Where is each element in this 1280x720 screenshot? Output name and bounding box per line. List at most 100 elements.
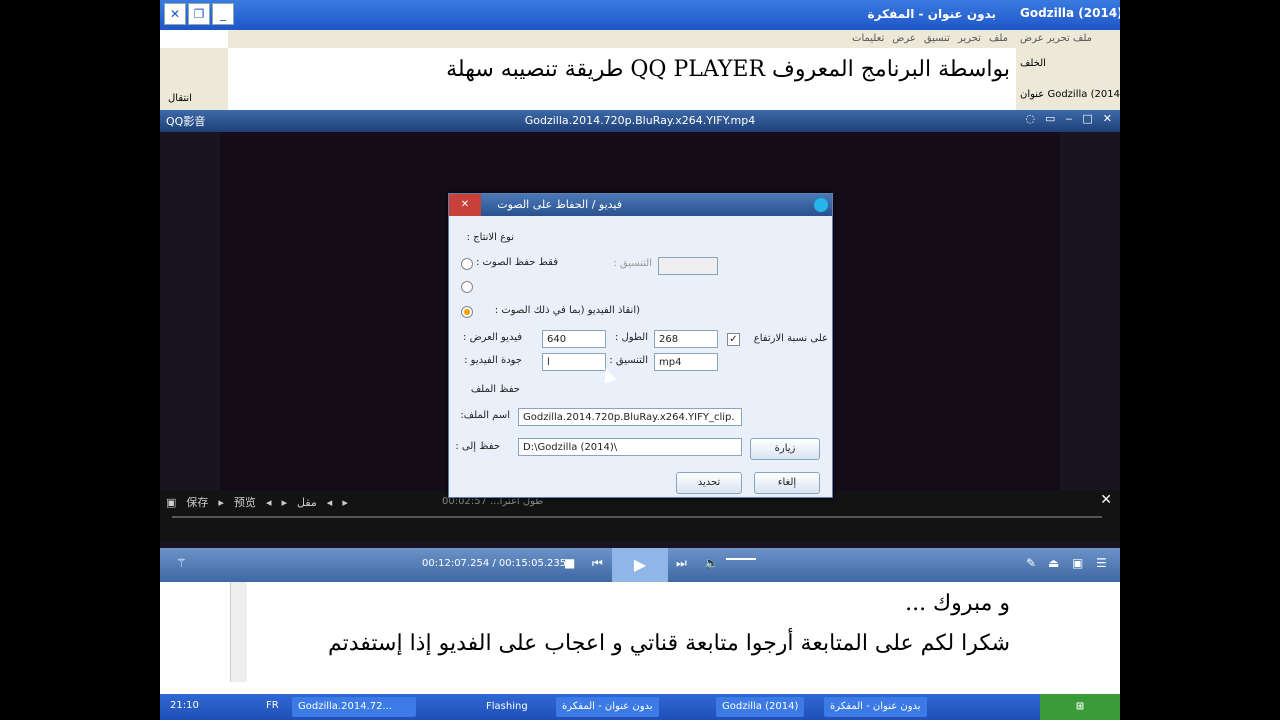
taskbar-item[interactable]: Godzilla.2014.72...	[292, 697, 416, 717]
app-icon	[814, 198, 828, 212]
menu-view[interactable]: عرض	[892, 30, 916, 48]
playlist-icon[interactable]: ☰	[1096, 556, 1107, 570]
step-forward-icon[interactable]: ▸	[342, 496, 348, 509]
format-select[interactable]: mp4	[654, 353, 718, 371]
width-input[interactable]: 640	[542, 330, 606, 348]
step-back-icon[interactable]: ◂	[327, 496, 333, 509]
address-label: عنوان	[1020, 89, 1045, 100]
menu-edit[interactable]: تحرير	[1047, 33, 1070, 44]
save-to-input[interactable]: D:\Godzilla (2014)\	[518, 438, 742, 456]
format-label-disabled: التنسيق :	[613, 258, 652, 269]
height-input[interactable]: 268	[654, 330, 718, 348]
menu-edit[interactable]: تحرير	[958, 30, 981, 48]
step-forward-icon[interactable]: ▸	[281, 496, 287, 509]
save-clip-dialog: فيديو / الحفاظ على الصوت ✕ نوع الانتاج :…	[448, 193, 833, 498]
taskbar-item[interactable]: Flashing	[480, 697, 534, 717]
filename-input[interactable]: Godzilla.2014.720p.BluRay.x264.YIFY_clip…	[518, 408, 742, 426]
stop-icon[interactable]: ■	[564, 556, 575, 570]
filter-icon[interactable]: ⚚	[176, 556, 187, 570]
player-titlebar: QQ影音 Godzilla.2014.720p.BluRay.x264.YIFY…	[160, 110, 1120, 132]
cancel-button[interactable]: إلغاء	[754, 472, 820, 494]
language-indicator[interactable]: FR	[266, 700, 279, 711]
segment-label: مقل	[297, 495, 317, 509]
video-with-audio-radio[interactable]	[461, 306, 473, 318]
close-icon[interactable]: ✕	[1103, 112, 1112, 125]
dialog-titlebar: فيديو / الحفاظ على الصوت ✕	[449, 194, 832, 216]
taskbar-item[interactable]: بدون عنوان - المفكرة	[556, 697, 659, 717]
dialog-title: فيديو / الحفاظ على الصوت	[497, 198, 622, 211]
close-edit-icon[interactable]: ✕	[1100, 492, 1112, 508]
explorer-window: Godzilla (2014) ملف تحرير عرض الخلف عنوا…	[1016, 0, 1120, 110]
text-line: بواسطة البرنامج المعروف QQ PLAYER طريقة …	[446, 57, 1010, 82]
keep-ratio-label: على نسبة الارتفاع	[753, 333, 828, 344]
taskbar-item[interactable]: Godzilla (2014)	[716, 697, 805, 717]
chat-icon[interactable]: ◌	[1025, 112, 1035, 125]
notepad-title: بدون عنوان - المفكرة	[867, 7, 996, 21]
explorer-title: Godzilla (2014)	[1016, 0, 1120, 30]
scrollbar[interactable]	[230, 582, 247, 682]
player-file-title: Godzilla.2014.720p.BluRay.x264.YIFY.mp4	[524, 114, 756, 127]
keep-ratio-checkbox[interactable]: ✓	[727, 333, 740, 346]
menu-file[interactable]: ملف	[1073, 33, 1092, 44]
audio-only-label: فقط حفظ الصوت :	[475, 257, 558, 268]
quality-select[interactable]: l	[542, 353, 606, 371]
close-icon[interactable]: ✕	[164, 3, 186, 25]
preview-button[interactable]: 预览	[234, 494, 256, 510]
address-bar[interactable]: عنوان Godzilla (2014)	[1016, 80, 1120, 110]
start-button[interactable]: ⊞	[1040, 694, 1120, 720]
back-button[interactable]: الخلف	[1016, 48, 1120, 80]
minimize-icon[interactable]: ‒	[1065, 112, 1072, 125]
section-save-file: حفظ الملف	[470, 384, 520, 395]
clip-timeline[interactable]	[172, 516, 1102, 518]
video-with-audio-label: (انقاذ الفيديو (بما في ذلك الصوت :	[494, 305, 640, 316]
explorer-menu: ملف تحرير عرض	[1016, 30, 1120, 48]
menu-file[interactable]: ملف	[989, 30, 1008, 48]
notepad-menubar: ملف تحرير تنسيق عرض تعليمات	[228, 30, 1016, 48]
text-line: شكرا لكم على المتابعة أرجوا متابعة قناتي…	[327, 631, 1010, 656]
step-back-icon[interactable]: ◂	[266, 496, 272, 509]
audio-only-radio[interactable]	[461, 258, 473, 270]
option-radio[interactable]	[461, 281, 473, 293]
notepad-text-lower[interactable]: و مبروك ... شكرا لكم على المتابعة أرجوا …	[250, 584, 1010, 684]
volume-slider[interactable]	[726, 558, 756, 560]
save-icon[interactable]: ▣	[166, 496, 176, 509]
window-controls: ✕ ❐ _	[164, 3, 234, 25]
filename-label: اسم الملف:	[460, 410, 510, 421]
ok-button[interactable]: تحديد	[676, 472, 742, 494]
taskbar-item[interactable]: بدون عنوان - المفكرة	[824, 697, 927, 717]
notepad-text-area[interactable]: بواسطة البرنامج المعروف QQ PLAYER طريقة …	[250, 50, 1010, 110]
tools-icon[interactable]: ✎	[1026, 556, 1036, 570]
text-line: و مبروك ...	[905, 591, 1010, 616]
notepad-titlebar: ✕ ❐ _ بدون عنوان - المفكرة	[160, 0, 1016, 30]
settings-icon[interactable]: ▭	[1045, 112, 1055, 125]
width-label: فيديو العرض :	[463, 332, 522, 343]
fullscreen-icon[interactable]: ▣	[1072, 556, 1083, 570]
next-icon[interactable]: ⏭	[676, 556, 687, 571]
clock: 21:10	[170, 700, 199, 711]
eject-icon[interactable]: ⏏	[1048, 556, 1059, 570]
timecode: 00:12:07.254 / 00:15:05.235	[422, 558, 567, 569]
menu-view[interactable]: عرض	[1020, 33, 1044, 44]
taskbar: 21:10 FR Godzilla.2014.72... Flashing بد…	[160, 694, 1120, 720]
transfer-label[interactable]: انتقال	[168, 93, 192, 104]
quality-label: جودة الفيديو :	[464, 355, 522, 366]
previous-icon[interactable]: ⏮	[592, 556, 603, 571]
preview-icon[interactable]: ▸	[218, 496, 224, 509]
volume-icon[interactable]: 🔈	[704, 556, 719, 570]
maximize-icon[interactable]: □	[1082, 112, 1092, 125]
menu-format[interactable]: تنسيق	[924, 30, 950, 48]
save-to-label: حفظ إلى :	[455, 441, 500, 452]
browse-button[interactable]: زيارة	[750, 438, 820, 460]
audio-format-select[interactable]	[658, 257, 718, 275]
address-value: Godzilla (2014)	[1047, 89, 1120, 100]
menu-help[interactable]: تعليمات	[852, 30, 884, 48]
section-output-type: نوع الانتاج :	[466, 232, 514, 243]
minimize-icon[interactable]: _	[212, 3, 234, 25]
close-icon[interactable]: ✕	[449, 194, 481, 216]
left-pane: انتقال	[160, 48, 228, 110]
format-label: التنسيق :	[609, 355, 648, 366]
play-button[interactable]: ▶	[612, 548, 668, 582]
restore-icon[interactable]: ❐	[188, 3, 210, 25]
height-label: الطول :	[614, 332, 648, 343]
save-button[interactable]: 保存	[186, 494, 208, 510]
